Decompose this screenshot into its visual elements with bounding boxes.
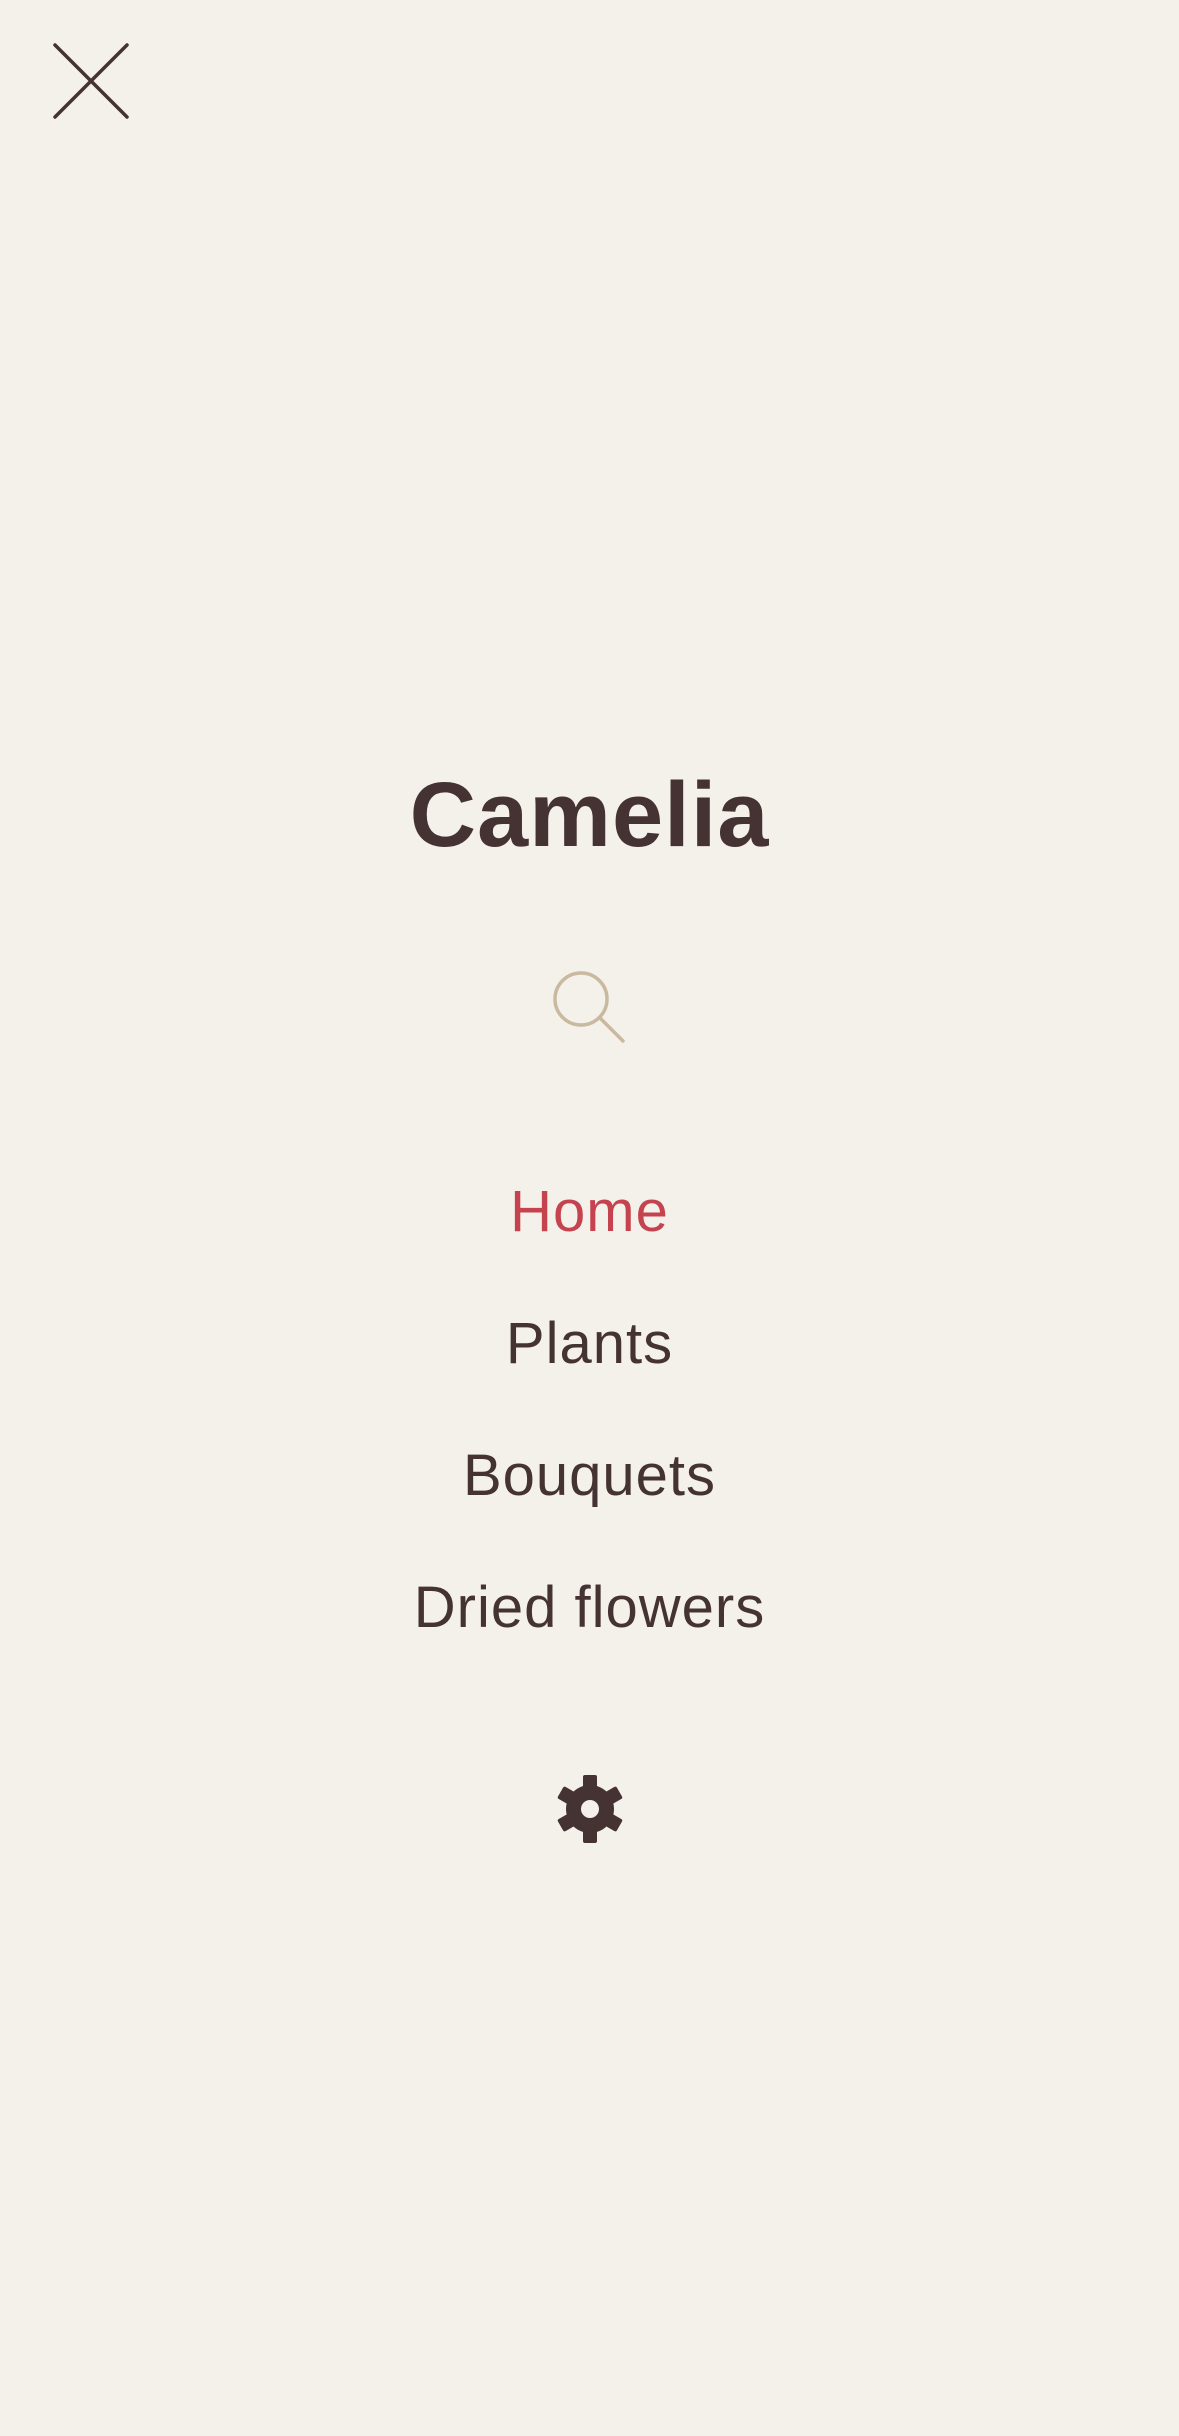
search-icon [553, 971, 625, 1043]
close-menu-button[interactable] [50, 40, 132, 122]
gear-icon [557, 1775, 623, 1843]
settings-button[interactable] [553, 1772, 627, 1846]
brand-title: Camelia [409, 764, 770, 866]
nav-item-plants[interactable]: Plants [0, 1300, 1179, 1432]
nav-item-dried-flowers[interactable]: Dried flowers [0, 1564, 1179, 1696]
close-icon [53, 43, 129, 119]
nav-item-home[interactable]: Home [0, 1168, 1179, 1300]
nav-menu: Home Plants Bouquets Dried flowers [0, 1168, 1179, 1696]
search-button[interactable] [550, 968, 630, 1048]
nav-item-bouquets[interactable]: Bouquets [0, 1432, 1179, 1564]
